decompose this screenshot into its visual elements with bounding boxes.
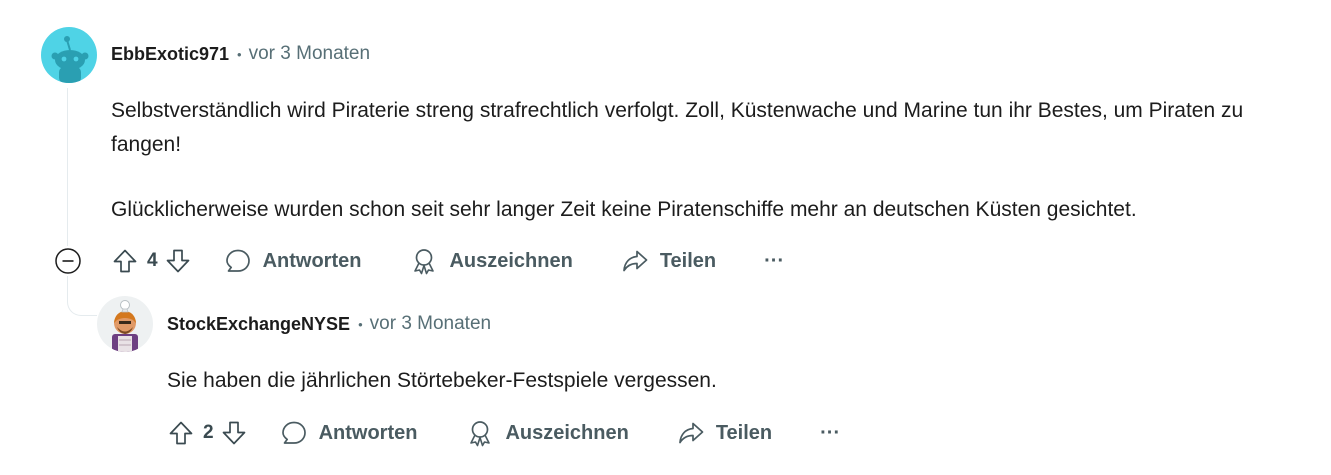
collapse-thread-button[interactable] — [54, 247, 82, 275]
timestamp[interactable]: vor 3 Monaten — [370, 313, 491, 335]
award-ribbon-icon — [470, 421, 491, 447]
share-arrow-icon — [622, 250, 648, 272]
reply-button[interactable]: Antworten — [224, 247, 362, 275]
share-label: Teilen — [659, 249, 717, 272]
comment-meta: EbbExotic971 • vor 3 Monaten — [111, 43, 370, 65]
pirate-avatar-icon — [97, 296, 153, 352]
comment-actions: 2 Antworten Auszeichnen Teilen ··· — [167, 413, 840, 453]
snoo-avatar-icon — [41, 27, 97, 83]
speech-bubble-icon — [225, 249, 250, 272]
comment-paragraph: Sie haben die jährlichen Störtebeker-Fes… — [167, 369, 717, 392]
comment-paragraph: Selbstverständlich wird Piraterie streng… — [111, 99, 1244, 156]
reply-label: Antworten — [262, 249, 362, 272]
upvote-button[interactable] — [111, 247, 139, 275]
comment-body: Sie haben die jährlichen Störtebeker-Fes… — [167, 364, 1267, 398]
author-name[interactable]: EbbExotic971 — [111, 44, 229, 65]
vote-group: 2 — [167, 419, 248, 447]
share-arrow-icon — [678, 422, 704, 444]
award-button[interactable]: Auszeichnen — [466, 419, 629, 447]
vote-score: 4 — [147, 250, 158, 271]
reply-connector-line — [67, 276, 97, 316]
award-label: Auszeichnen — [505, 421, 629, 444]
vote-group: 4 — [111, 247, 192, 275]
collapse-minus-icon — [55, 248, 81, 274]
share-label: Teilen — [715, 421, 773, 444]
award-ribbon-icon — [414, 249, 435, 275]
award-button[interactable]: Auszeichnen — [410, 247, 573, 275]
meta-separator: • — [237, 46, 242, 62]
comment-body: Selbstverständlich wird Piraterie streng… — [111, 94, 1316, 227]
avatar[interactable] — [41, 27, 97, 83]
reply-label: Antworten — [318, 421, 418, 444]
reply-button[interactable]: Antworten — [280, 419, 418, 447]
comment-meta: StockExchangeNYSE • vor 3 Monaten — [167, 313, 491, 335]
speech-bubble-icon — [281, 421, 306, 444]
avatar[interactable] — [97, 296, 153, 352]
arrow-up-outline-icon — [113, 249, 137, 273]
comment-actions: 4 Antworten Auszeichnen Teilen ··· — [111, 241, 784, 281]
upvote-button[interactable] — [167, 419, 195, 447]
timestamp[interactable]: vor 3 Monaten — [249, 43, 370, 65]
ellipsis-icon: ··· — [820, 421, 841, 444]
award-label: Auszeichnen — [449, 249, 573, 272]
downvote-button[interactable] — [220, 419, 248, 447]
more-options-button[interactable]: ··· — [764, 250, 784, 273]
share-button[interactable]: Teilen — [621, 247, 716, 275]
arrow-up-outline-icon — [169, 421, 193, 445]
meta-separator: • — [358, 316, 363, 332]
downvote-button[interactable] — [164, 247, 192, 275]
author-name[interactable]: StockExchangeNYSE — [167, 314, 350, 335]
share-button[interactable]: Teilen — [677, 419, 772, 447]
vote-score: 2 — [203, 422, 214, 443]
arrow-down-outline-icon — [166, 249, 189, 273]
arrow-down-outline-icon — [222, 421, 245, 445]
more-options-button[interactable]: ··· — [820, 422, 840, 445]
comment-paragraph: Glücklicherweise wurden schon seit sehr … — [111, 198, 1137, 221]
ellipsis-icon: ··· — [764, 249, 785, 272]
thread-line — [67, 88, 68, 246]
